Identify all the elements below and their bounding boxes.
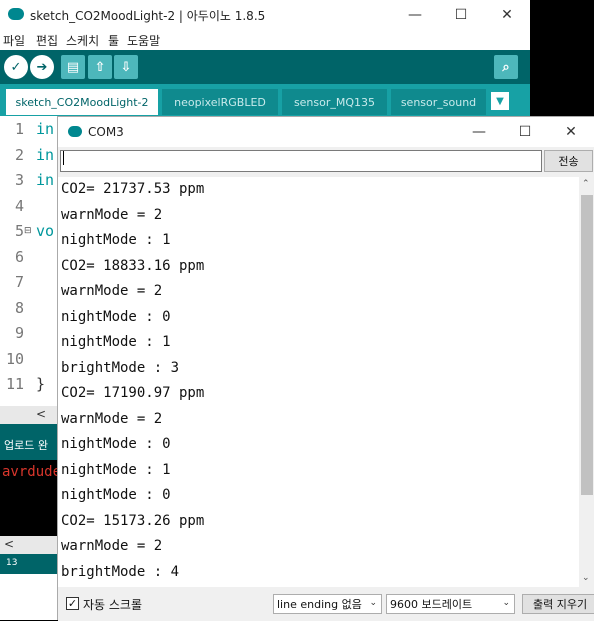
menu-help[interactable]: 도움말 [127, 32, 160, 49]
line-number: 2 [14, 146, 24, 164]
scroll-thumb[interactable] [581, 195, 593, 495]
chevron-down-icon: ⌄ [502, 598, 510, 608]
line-number: 4 [14, 197, 24, 215]
serial-line: warnMode = 2 [61, 207, 163, 223]
baud-rate-select[interactable]: 9600 보드레이트 ⌄ [386, 594, 515, 614]
ide-title: sketch_CO2MoodLight-2 | 아두이노 1.8.5 [30, 9, 266, 23]
menu-sketch[interactable]: 스케치 [66, 32, 99, 49]
serial-line: warnMode = 2 [61, 538, 163, 554]
line-ending-select[interactable]: line ending 없음 ⌄ [273, 594, 382, 614]
serial-close-button[interactable]: ✕ [548, 117, 594, 147]
fold-toggle-icon[interactable]: ⊟ [24, 226, 32, 236]
ide-titlebar: sketch_CO2MoodLight-2 | 아두이노 1.8.5 — ☐ ✕ [0, 0, 530, 30]
serial-line: nightMode : 1 [61, 462, 171, 478]
serial-line: CO2= 18833.16 ppm [61, 258, 205, 274]
scroll-left-icon[interactable]: < [4, 537, 14, 551]
scroll-left-icon[interactable]: < [36, 407, 46, 421]
line-number: 9 [14, 324, 24, 342]
status-text: 업로드 완 [4, 439, 48, 452]
tab-neopixelrgbled[interactable]: neopixelRGBLED [162, 89, 278, 115]
line-number: 11 [5, 375, 24, 393]
serial-line: CO2= 15173.26 ppm [61, 513, 205, 529]
send-button[interactable]: 전송 [544, 150, 593, 172]
chevron-down-icon: ⌄ [369, 598, 377, 608]
serial-send-input[interactable] [60, 150, 542, 172]
serial-bottom-bar: ✓ 자동 스크롤 line ending 없음 ⌄ 9600 보드레이트 ⌄ 출… [58, 587, 594, 621]
serial-line: nightMode : 0 [61, 309, 171, 325]
ide-minimize-button[interactable]: — [392, 0, 438, 30]
serial-line: warnMode = 2 [61, 411, 163, 427]
serial-line: nightMode : 0 [61, 487, 171, 503]
console-text: avrdude [2, 464, 62, 480]
ide-toolbar: ✓ ➔ ▤ ⇧ ⇩ ⌕ [0, 50, 530, 84]
line-number: 6 [14, 248, 24, 266]
tab-sensor-sound[interactable]: sensor_sound [391, 89, 486, 115]
menu-edit[interactable]: 편집 [36, 32, 58, 49]
serial-line: brightMode : 3 [61, 360, 180, 376]
open-icon[interactable]: ⇧ [88, 55, 112, 79]
ide-maximize-button[interactable]: ☐ [438, 0, 484, 30]
serial-title: COM3 [88, 125, 124, 139]
menu-tools[interactable]: 툴 [108, 32, 119, 49]
line-number: 5 [14, 222, 24, 240]
serial-minimize-button[interactable]: — [456, 117, 502, 147]
code-line: } [36, 375, 46, 393]
serial-maximize-button[interactable]: ☐ [502, 117, 548, 147]
autoscroll-checkbox[interactable]: ✓ [66, 597, 79, 610]
serial-output: CO2= 21737.53 ppm warnMode = 2 nightMode… [58, 177, 579, 587]
save-icon[interactable]: ⇩ [114, 55, 138, 79]
upload-icon[interactable]: ➔ [30, 55, 54, 79]
scroll-down-icon[interactable]: ⌄ [582, 573, 590, 583]
serial-input-row: 전송 [58, 147, 594, 177]
tab-sketch-co2moodlight[interactable]: sketch_CO2MoodLight-2 [6, 89, 158, 115]
scroll-up-icon[interactable]: ⌃ [582, 179, 590, 189]
arduino-logo-icon [68, 126, 82, 137]
tab-menu-button[interactable]: ▼ [491, 92, 509, 110]
serial-line: brightMode : 4 [61, 564, 180, 580]
autoscroll-label: 자동 스크롤 [83, 598, 143, 612]
text-caret [63, 151, 64, 165]
line-number: 3 [14, 171, 24, 189]
new-icon[interactable]: ▤ [61, 55, 85, 79]
serial-line: nightMode : 1 [61, 232, 171, 248]
code-line: in [36, 171, 55, 189]
menu-file[interactable]: 파일 [3, 32, 25, 49]
serial-line: nightMode : 0 [61, 436, 171, 452]
line-gutter: 1 2 3 4 5 6 7 8 9 10 11 [0, 116, 32, 406]
tab-sensor-mq135[interactable]: sensor_MQ135 [282, 89, 387, 115]
serial-titlebar: COM3 — ☐ ✕ [58, 117, 594, 147]
serial-vscrollbar[interactable]: ⌃ ⌄ [579, 177, 594, 587]
arduino-logo-icon [8, 8, 24, 20]
code-line: vo [36, 222, 55, 240]
line-number: 10 [5, 350, 24, 368]
serial-monitor-window: COM3 — ☐ ✕ 전송 CO2= 21737.53 ppm warnMode… [57, 116, 594, 621]
code-line: in [36, 120, 55, 138]
serial-monitor-icon[interactable]: ⌕ [494, 55, 518, 79]
ide-close-button[interactable]: ✕ [484, 0, 530, 30]
verify-icon[interactable]: ✓ [4, 55, 28, 79]
baud-rate-value: 9600 보드레이트 [390, 598, 473, 611]
line-number: 1 [14, 120, 24, 138]
console-hscrollbar[interactable]: < [0, 536, 60, 554]
ide-tabs: sketch_CO2MoodLight-2 neopixelRGBLED sen… [0, 84, 530, 116]
clear-output-button[interactable]: 출력 지우기 [522, 594, 594, 614]
line-number: 7 [14, 273, 24, 291]
line-number: 8 [14, 299, 24, 317]
serial-line: nightMode : 1 [61, 334, 171, 350]
ide-menubar: 파일 편집 스케치 툴 도움말 [0, 30, 530, 50]
current-line-number: 13 [6, 558, 18, 568]
serial-line: CO2= 21737.53 ppm [61, 181, 205, 197]
serial-line: warnMode = 2 [61, 283, 163, 299]
line-ending-value: line ending 없음 [277, 598, 362, 611]
code-line: in [36, 146, 55, 164]
serial-line: CO2= 17190.97 ppm [61, 385, 205, 401]
